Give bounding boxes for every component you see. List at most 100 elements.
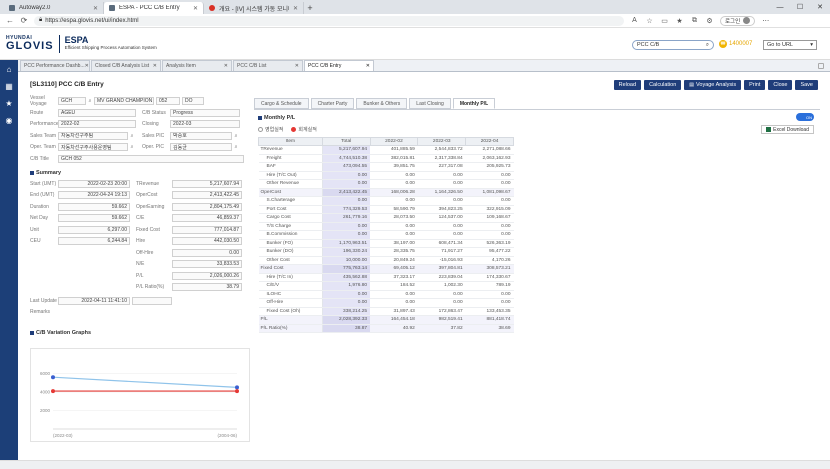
close-icon[interactable]: ✕ xyxy=(85,63,89,69)
table-row[interactable]: S.Charterage 0.00 0.00 0.00 0.00 xyxy=(258,196,514,206)
table-row[interactable]: Other Cost 10,000.00 20,849.24 -15,016.93 4,… xyxy=(258,256,514,265)
performance-field[interactable]: 2022-02 xyxy=(58,120,136,128)
column-header[interactable]: Total xyxy=(321,137,371,146)
home-icon[interactable]: ⌂ xyxy=(7,66,12,74)
new-tab-icon[interactable]: + xyxy=(304,2,316,14)
tab-last-closing[interactable]: Last Closing xyxy=(409,98,451,109)
url-field[interactable]: 🔒︎ https://espa.glovis.net/ui/index.html xyxy=(34,15,624,26)
sales-team-field[interactable]: 자동차선구주팀 xyxy=(58,131,128,140)
table-row[interactable]: T/S Charge 0.00 0.00 0.00 0.00 xyxy=(258,222,514,231)
table-row[interactable]: TRevenue 5,217,607.94 401,885.59 2,544,833.… xyxy=(258,145,514,155)
grid-menu-icon[interactable]: ▦ xyxy=(5,83,13,91)
browser-tab-active[interactable]: ESPA - PCC C/B Entry ✕ xyxy=(104,2,204,14)
table-row[interactable]: ILOHC 0.00 0.00 0.00 0.00 xyxy=(258,290,514,299)
radio-dot[interactable] xyxy=(258,127,263,132)
settings-icon[interactable]: ◉ xyxy=(6,117,13,125)
column-header[interactable]: Item xyxy=(258,137,323,146)
oper-pic-field[interactable]: 김동균 xyxy=(170,143,232,151)
column-header[interactable]: 2022-04 xyxy=(465,137,514,146)
star-icon[interactable]: ★ xyxy=(5,100,12,108)
tab-bunker-others[interactable]: Bunker & Others xyxy=(356,98,408,109)
vessel-name-field[interactable]: MV GRAND CHAMPION xyxy=(94,97,154,105)
table-row[interactable]: P/L 2,028,392.33 164,454.18 982,519.41 881,4… xyxy=(258,315,514,325)
tab-menu-icon[interactable] xyxy=(818,63,824,69)
close-tab-icon[interactable]: ✕ xyxy=(193,5,198,12)
monthly-toggle[interactable]: ON xyxy=(796,113,814,121)
tab-monthly-pl[interactable]: Monthly P/L xyxy=(452,98,496,109)
close-icon[interactable]: ✕ xyxy=(295,63,299,69)
tab-pcc-cb-list[interactable]: PCC C/B List ✕ xyxy=(233,60,303,71)
split-screen-icon[interactable]: ▭ xyxy=(660,17,669,25)
column-header[interactable]: 2022-03 xyxy=(417,137,467,146)
table-row[interactable]: Hire (T/C Out) 0.00 0.00 0.00 0.00 xyxy=(258,171,514,180)
close-button[interactable]: Close xyxy=(768,80,793,90)
search-icon[interactable]: ⌕ xyxy=(232,133,240,139)
voyage-number-field[interactable]: 052 xyxy=(156,97,180,105)
close-tab-icon[interactable]: ✕ xyxy=(93,5,98,12)
table-row[interactable]: Off-Hire 0.00 0.00 0.00 0.00 xyxy=(258,298,514,308)
route-field[interactable]: AGEU xyxy=(58,108,136,117)
close-tab-icon[interactable]: ✕ xyxy=(293,5,298,12)
table-row[interactable]: Freight 4,744,510.38 382,015.81 2,317,338.8… xyxy=(258,154,514,163)
window-close-icon[interactable]: ✕ xyxy=(810,0,830,14)
sales-pic-field[interactable]: 박승호 xyxy=(170,131,232,140)
tab-cargo-schedule[interactable]: Cargo & Schedule xyxy=(254,98,309,109)
table-row[interactable]: Fixed Cost 775,763.14 69,405.12 397,804.81 3… xyxy=(258,264,514,274)
oper-team-field[interactable]: 자동차선구주사용운영팀 xyxy=(58,143,128,151)
browser-tab[interactable]: 개요 - [IV] 시스템 가동 모니터링 ✕ xyxy=(204,2,304,14)
print-button[interactable]: Print xyxy=(744,80,766,90)
refresh-icon[interactable]: ⟳ xyxy=(20,16,28,25)
tab-charter-party[interactable]: Charter Party xyxy=(310,98,355,109)
search-icon[interactable]: ⌕ xyxy=(232,144,240,150)
profile-button[interactable]: 로그인 xyxy=(720,15,756,26)
reload-button[interactable]: Reload xyxy=(613,80,642,90)
table-row[interactable]: OperCost 2,413,422.45 168,006.28 1,164,326.… xyxy=(258,188,514,197)
collections-icon[interactable]: ⧉ xyxy=(690,17,699,25)
menu-search-input[interactable]: PCC C/B ⌕ xyxy=(632,40,714,50)
table-row[interactable]: Bunker (DO) 196,330.24 28,335.75 71,917.27 9… xyxy=(258,247,514,257)
table-row[interactable]: P/L Ratio(%) 38.87 40.92 37.82 38.69 xyxy=(258,324,514,333)
close-icon[interactable]: ✕ xyxy=(224,63,228,69)
read-aloud-icon[interactable]: A xyxy=(630,17,639,24)
tab-closed-cb-analysis[interactable]: Closed C/B Analysis List ✕ xyxy=(91,60,161,71)
table-row[interactable]: Other Revenue 0.00 0.00 0.00 0.00 xyxy=(258,179,514,189)
extensions-icon[interactable]: ⚙ xyxy=(705,17,714,25)
maximize-icon[interactable]: ☐ xyxy=(790,0,810,14)
table-row[interactable]: C/E/V 1,976.80 184.52 1,002.30 789.19 xyxy=(258,281,514,291)
back-icon[interactable]: ← xyxy=(6,16,14,25)
table-row[interactable]: Cargo Cost 261,779.16 28,073.50 124,537.00 1… xyxy=(258,213,514,223)
minimize-icon[interactable]: — xyxy=(770,0,790,14)
vessel-code-field[interactable]: GCH xyxy=(58,97,86,105)
search-icon[interactable]: ⌕ xyxy=(706,42,709,49)
calculation-button[interactable]: Calculation xyxy=(644,80,682,90)
favorite-icon[interactable]: ☆ xyxy=(645,17,654,25)
radio-dot[interactable] xyxy=(291,127,297,132)
cb-title-field[interactable]: GCH 052 xyxy=(58,154,244,163)
favorites-icon[interactable]: ★ xyxy=(675,17,684,25)
goto-url-select[interactable]: Go to URL ▾ xyxy=(763,40,817,50)
voyage-analysis-button[interactable]: ▤ Voyage Analysis xyxy=(684,80,742,90)
radio-sales-result[interactable]: 영업실적 xyxy=(258,126,283,133)
more-icon[interactable]: ⋯ xyxy=(761,17,770,25)
cb-status-field[interactable]: Progress xyxy=(170,108,240,117)
table-row[interactable]: Bunker (FO) 1,170,963.51 38,197.00 608,471.… xyxy=(258,239,514,248)
close-icon[interactable]: ✕ xyxy=(366,63,370,69)
table-row[interactable]: Port Cost 774,329.53 58,590.79 394,823.25 32… xyxy=(258,205,514,214)
voyage-direction-field[interactable]: DO xyxy=(182,97,204,105)
radio-accounting-result[interactable]: 회계실적 xyxy=(291,126,317,133)
search-icon[interactable]: ⌕ xyxy=(128,133,136,139)
table-row[interactable]: B.Commission 0.00 0.00 0.00 0.00 xyxy=(258,230,514,240)
table-row[interactable]: Hire (T/C In) 435,562.88 37,323.17 223,839.… xyxy=(258,273,514,282)
closing-field[interactable]: 2022-03 xyxy=(170,120,240,128)
tab-pcc-cb-entry[interactable]: PCC C/B Entry ✕ xyxy=(304,60,374,71)
column-header[interactable]: 2022-02 xyxy=(369,137,419,146)
search-icon[interactable]: ⌕ xyxy=(128,144,136,150)
table-row[interactable]: Fixed Cost (Oh) 338,214.25 31,897.43 172,86… xyxy=(258,307,514,316)
search-icon[interactable]: ⌕ xyxy=(86,98,94,104)
browser-tab[interactable]: Autoway2.0 ✕ xyxy=(4,2,104,14)
save-button[interactable]: Save xyxy=(795,80,818,90)
excel-download-button[interactable]: Excel Download xyxy=(761,125,814,134)
table-row[interactable]: BAF 473,094.55 39,851.75 227,317.08 205,925.… xyxy=(258,162,514,172)
close-icon[interactable]: ✕ xyxy=(153,63,157,69)
tab-analysis-item[interactable]: Analysis Item ✕ xyxy=(162,60,232,71)
